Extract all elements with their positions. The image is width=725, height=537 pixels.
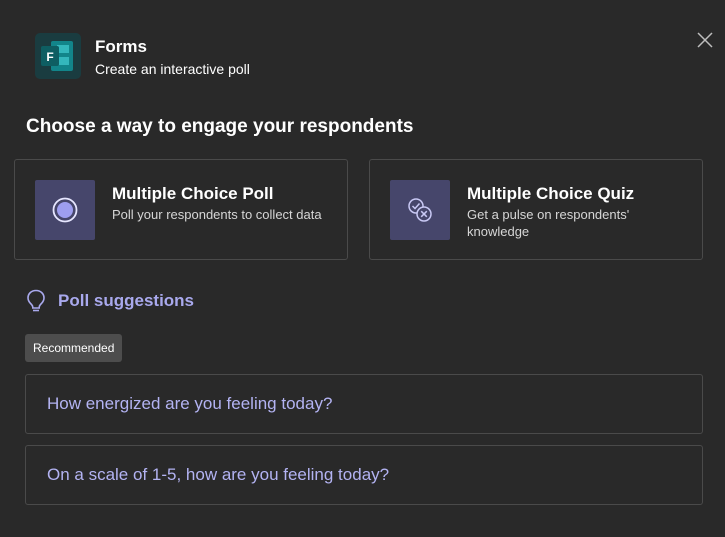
poll-suggestion-item[interactable]: On a scale of 1-5, how are you feeling t… [25, 445, 703, 505]
app-subtitle: Create an interactive poll [95, 61, 250, 77]
close-icon[interactable] [695, 30, 715, 50]
radio-button-icon [35, 180, 95, 240]
section-heading: Choose a way to engage your respondents [26, 116, 414, 137]
recommended-badge: Recommended [25, 334, 123, 362]
forms-logo-icon: F [35, 33, 81, 79]
lightbulb-icon [26, 289, 46, 313]
poll-option-description: Poll your respondents to collect data [112, 207, 322, 222]
quiz-option-description: Get a pulse on respondents' knowledge [467, 207, 630, 239]
quiz-option-title: Multiple Choice Quiz [467, 184, 635, 203]
poll-suggestions-label: Poll suggestions [58, 291, 195, 310]
multiple-choice-poll-card[interactable]: Multiple Choice Poll Poll your responden… [14, 159, 348, 260]
poll-suggestion-item[interactable]: How energized are you feeling today? [25, 374, 703, 434]
poll-option-title: Multiple Choice Poll [112, 184, 274, 203]
app-title: Forms [95, 37, 147, 56]
multiple-choice-quiz-card[interactable]: Multiple Choice Quiz Get a pulse on resp… [369, 159, 703, 260]
poll-suggestions-header: Poll suggestions [26, 289, 194, 313]
quiz-check-icon [390, 180, 450, 240]
svg-text:F: F [46, 50, 53, 64]
